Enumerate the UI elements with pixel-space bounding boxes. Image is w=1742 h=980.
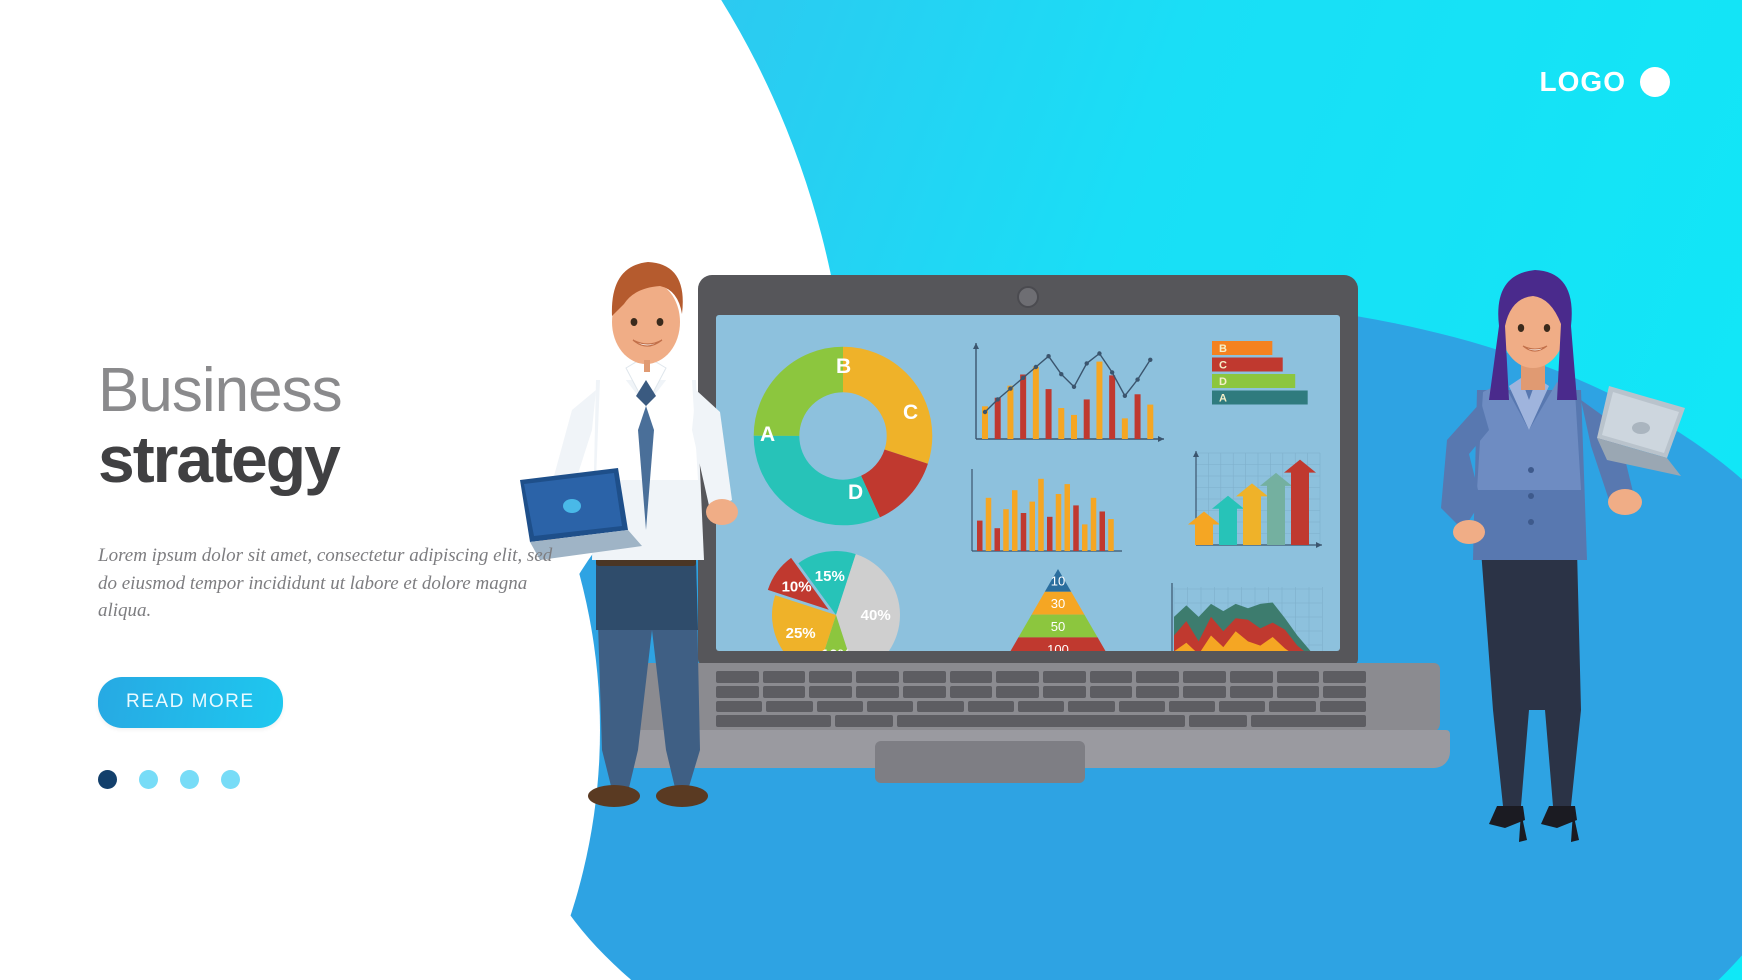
pyramid-chart: 103050100150 [988, 565, 1128, 651]
key [1276, 685, 1320, 698]
key [1017, 700, 1065, 713]
key [809, 685, 853, 698]
key [1229, 685, 1273, 698]
key [1276, 671, 1320, 683]
donut-label-d: D [848, 481, 864, 504]
combo-chart-svg [973, 343, 1164, 442]
page-title-bold: strategy [98, 422, 341, 496]
svg-text:30: 30 [1051, 596, 1065, 611]
key [949, 671, 993, 683]
keyboard-row [716, 715, 1366, 727]
combo-bar-line-chart [968, 339, 1168, 449]
key [1168, 700, 1216, 713]
key [1068, 700, 1115, 713]
keyboard-row [716, 671, 1367, 683]
key [1089, 671, 1133, 683]
svg-text:B: B [1219, 343, 1227, 355]
svg-text:D: D [1219, 376, 1227, 388]
carousel-dot-4[interactable] [221, 769, 240, 789]
svg-text:10%: 10% [821, 647, 851, 651]
carousel-dot-3[interactable] [180, 769, 199, 789]
donut-label-b: B [836, 355, 852, 378]
key [1089, 685, 1133, 698]
nav-item-about[interactable]: ABOUT [212, 72, 280, 93]
key [902, 685, 946, 698]
nav-item-home[interactable]: HOME [88, 72, 146, 93]
carousel-dots [98, 769, 568, 789]
arrow-growth-chart [1186, 445, 1326, 560]
svg-text:50: 50 [1051, 619, 1065, 634]
laptop-keyboard [716, 671, 1367, 727]
key [866, 700, 914, 713]
svg-text:100: 100 [1047, 642, 1069, 651]
laptop-lid: A B C D 10% 15% 40% 25% 10 30 50 100 B C… [698, 275, 1358, 665]
circle-icon [1640, 67, 1670, 97]
key [1189, 715, 1247, 727]
arrow-chart-svg [1188, 451, 1322, 548]
svg-text:10: 10 [1051, 573, 1065, 588]
page-title-light: Business [98, 356, 343, 425]
svg-text:A: A [1219, 392, 1227, 404]
key [856, 671, 899, 683]
logo-text: LOGO [1539, 66, 1626, 97]
spacebar-key [896, 715, 1186, 727]
landing-page-root: HOME ABOUT SERVICES CONTACT LOGO Busines… [0, 0, 1742, 980]
carousel-dot-2[interactable] [139, 769, 158, 789]
hbar-chart-svg: BCDA [1212, 341, 1308, 405]
svg-text:40%: 40% [861, 607, 891, 624]
key [1250, 715, 1366, 727]
key [1323, 685, 1367, 698]
nav-item-services[interactable]: SERVICES [346, 72, 446, 93]
svg-text:25%: 25% [786, 625, 816, 642]
key [949, 685, 993, 698]
webcam-icon [1017, 286, 1039, 308]
laptop-screen: A B C D 10% 15% 40% 25% 10 30 50 100 B C… [716, 315, 1340, 651]
hero-section: Business strategy Lorem ipsum dolor sit … [98, 360, 568, 789]
svg-text:C: C [1219, 359, 1227, 371]
stacked-area-chart [1164, 577, 1329, 651]
key [1269, 700, 1316, 713]
key [917, 700, 964, 713]
key [856, 685, 899, 698]
key [1183, 671, 1226, 683]
keyboard-row [716, 700, 1367, 713]
key [996, 671, 1040, 683]
key [835, 715, 893, 727]
key [902, 671, 946, 683]
pyramid-chart-svg: 103050100150 [1010, 569, 1106, 651]
svg-text:15%: 15% [815, 568, 845, 585]
donut-label-c: C [903, 401, 919, 424]
key [1229, 671, 1273, 683]
area-chart-svg [1171, 583, 1323, 651]
key [1043, 685, 1086, 698]
key [967, 700, 1014, 713]
read-more-button[interactable]: READ MORE [98, 676, 283, 728]
page-title: Business strategy [98, 360, 568, 496]
nav-item-contact[interactable]: CONTACT [511, 72, 604, 93]
key [1136, 671, 1180, 683]
carousel-dot-1[interactable] [98, 769, 117, 789]
key [1136, 685, 1180, 698]
mid-bar-chart [966, 465, 1126, 560]
key [996, 685, 1040, 698]
key [1118, 700, 1165, 713]
main-navigation: HOME ABOUT SERVICES CONTACT [88, 72, 605, 93]
brand-logo[interactable]: LOGO [1540, 66, 1670, 98]
key [816, 700, 863, 713]
key [1219, 700, 1266, 713]
laptop-trackpad [875, 741, 1085, 783]
key [809, 671, 853, 683]
key [1319, 700, 1367, 713]
horizontal-bar-chart: BCDA [1204, 337, 1324, 412]
key [1183, 685, 1226, 698]
mid-bar-chart-svg [971, 469, 1122, 552]
key [1323, 671, 1367, 683]
hero-paragraph: Lorem ipsum dolor sit amet, consectetur … [98, 545, 553, 622]
female-character-illustration [1441, 270, 1685, 842]
keyboard-row [716, 685, 1367, 698]
key [1043, 671, 1086, 683]
